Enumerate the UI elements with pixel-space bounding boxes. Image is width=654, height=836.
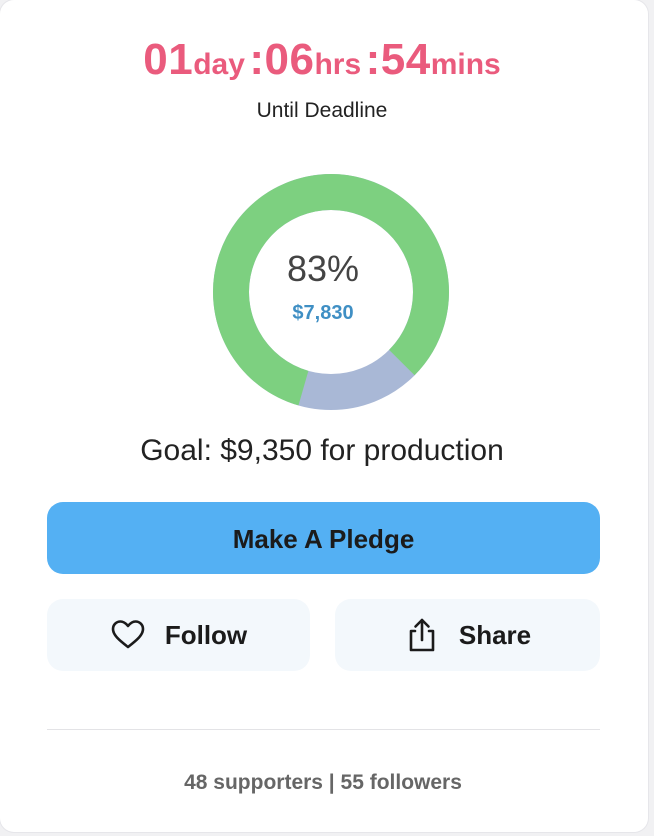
share-upload-icon: [404, 617, 440, 653]
funding-card: 01day :06hrs :54mins Until Deadline 83% …: [0, 0, 648, 832]
follow-button[interactable]: Follow: [47, 599, 310, 671]
amount-raised: $7,830: [292, 302, 354, 324]
countdown-minutes-unit: mins: [430, 48, 501, 81]
supporters-followers-count: 48 supporters | 55 followers: [184, 771, 462, 794]
heart-icon: [110, 617, 146, 653]
countdown-hours-unit: hrs: [314, 48, 362, 81]
share-button[interactable]: Share: [335, 599, 600, 671]
funding-goal: Goal: $9,350 for production: [140, 434, 504, 467]
countdown-timer: 01day :06hrs :54mins: [0, 38, 644, 82]
countdown-days-unit: day: [193, 48, 245, 81]
countdown-days: 01: [143, 35, 194, 84]
follow-label: Follow: [164, 619, 248, 650]
countdown-hours: :06: [249, 35, 315, 84]
divider: [47, 729, 600, 730]
countdown-minutes: :54: [365, 35, 431, 84]
deadline-caption: Until Deadline: [256, 99, 388, 122]
donut-center: 83% $7,830: [211, 172, 451, 412]
share-label: Share: [458, 619, 532, 650]
funded-percent: 83%: [286, 248, 360, 289]
make-pledge-button[interactable]: Make A Pledge: [47, 502, 600, 574]
